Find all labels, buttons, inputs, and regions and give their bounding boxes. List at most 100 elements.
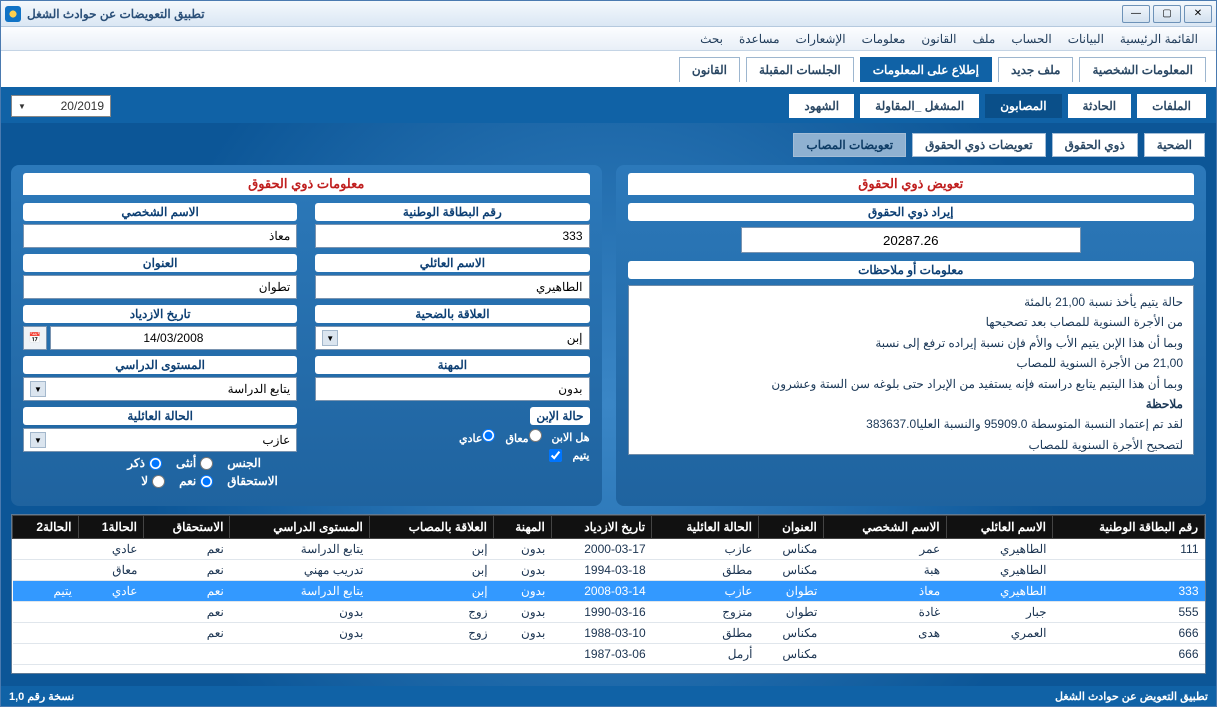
label-lname: الاسم العائلي bbox=[315, 254, 589, 272]
input-nid[interactable] bbox=[315, 224, 589, 248]
radio-entitle-no[interactable]: لا bbox=[141, 474, 165, 488]
radio-entitle-yes[interactable]: نعم bbox=[179, 474, 213, 488]
inner-tab[interactable]: تعويضات ذوي الحقوق bbox=[912, 133, 1046, 157]
table-row[interactable]: 333الطاهيريمعاذتطوانعازب2008-03-14بدونإب… bbox=[13, 581, 1205, 602]
table-row[interactable]: الطاهيريهبةمكناسمطلق1994-03-18بدونإبنتدر… bbox=[13, 560, 1205, 581]
label-dob: تاريخ الازدياد bbox=[23, 305, 297, 323]
compensation-panel: تعويض ذوي الحقوق إيراد ذوي الحقوق معلوما… bbox=[616, 165, 1207, 506]
menu-item[interactable]: بحث bbox=[692, 29, 731, 49]
table-row[interactable]: 555جبارغادةتطوانمتزوج1990-03-16بدونزوجبد… bbox=[13, 602, 1205, 623]
outer-tabs: المعلومات الشخصيةملف جديدإطلاع على المعل… bbox=[1, 51, 1216, 89]
outer-tab[interactable]: إطلاع على المعلومات bbox=[860, 57, 992, 82]
radio-male[interactable]: ذكر bbox=[127, 456, 162, 470]
table-row[interactable]: 666العمريهدىمكناسمطلق1988-03-10بدونزوجبد… bbox=[13, 623, 1205, 644]
outer-tab[interactable]: الجلسات المقبلة bbox=[746, 57, 854, 82]
menu-item[interactable]: الحساب bbox=[1003, 29, 1059, 49]
menu-item[interactable]: ملف bbox=[964, 29, 1003, 49]
year-select[interactable]: ▼ 20/2019 bbox=[11, 95, 111, 117]
menu-item[interactable]: الإشعارات bbox=[788, 29, 854, 49]
radio-son-disabled[interactable]: معاق bbox=[505, 429, 541, 445]
maximize-button[interactable]: ▢ bbox=[1153, 5, 1181, 23]
label-entitle: الاستحقاق bbox=[227, 474, 297, 488]
minimize-button[interactable]: — bbox=[1122, 5, 1150, 23]
column-header[interactable]: الحالة العائلية bbox=[652, 516, 759, 539]
label-edu: المستوى الدراسي bbox=[23, 356, 297, 374]
column-header[interactable]: الاستحقاق bbox=[143, 516, 229, 539]
label-fname: الاسم الشخصي bbox=[23, 203, 297, 221]
column-header[interactable]: العنوان bbox=[758, 516, 823, 539]
beneficiaries-table[interactable]: رقم البطاقة الوطنيةالاسم العائليالاسم ال… bbox=[11, 514, 1206, 674]
label-address: العنوان bbox=[23, 254, 297, 272]
label-marital: الحالة العائلية bbox=[23, 407, 297, 425]
column-header[interactable]: المهنة bbox=[494, 516, 552, 539]
chevron-down-icon: ▼ bbox=[322, 330, 338, 346]
column-header[interactable]: تاريخ الازدياد bbox=[551, 516, 651, 539]
orphan-row: يتيم bbox=[315, 449, 589, 462]
panel-title: معلومات ذوي الحقوق bbox=[23, 173, 590, 195]
sub-tab[interactable]: الملفات bbox=[1137, 94, 1206, 118]
beneficiary-info-panel: معلومات ذوي الحقوق رقم البطاقة الوطنية ا… bbox=[11, 165, 602, 506]
label-income: إيراد ذوي الحقوق bbox=[628, 203, 1195, 221]
checkbox-orphan[interactable] bbox=[549, 449, 562, 462]
statusbar: تطبيق التعويض عن حوادث الشغل نسخة رقم 1,… bbox=[1, 686, 1216, 706]
notes-area[interactable]: حالة يتيم يأخذ نسبة 21,00 بالمئةمن الأجر… bbox=[628, 285, 1195, 455]
input-dob[interactable] bbox=[50, 326, 298, 350]
column-header[interactable]: الاسم الشخصي bbox=[823, 516, 946, 539]
column-header[interactable]: العلاقة بالمصاب bbox=[369, 516, 493, 539]
radio-son-normal[interactable]: عادي bbox=[459, 429, 495, 445]
label-son-state: حالة الإبن bbox=[530, 407, 589, 425]
label-job: المهنة bbox=[315, 356, 589, 374]
menu-item[interactable]: البيانات bbox=[1060, 29, 1112, 49]
column-header[interactable]: رقم البطاقة الوطنية bbox=[1053, 516, 1205, 539]
select-relation[interactable]: إبن▼ bbox=[315, 326, 589, 350]
column-header[interactable]: الحالة2 bbox=[13, 516, 79, 539]
sub-tab[interactable]: الشهود bbox=[789, 94, 854, 118]
chevron-down-icon: ▼ bbox=[30, 432, 46, 448]
table-row[interactable]: 111الطاهيريعمرمكناسعازب2000-03-17بدونإبن… bbox=[13, 539, 1205, 560]
inner-tab[interactable]: تعويضات المصاب bbox=[793, 133, 906, 157]
outer-tab[interactable]: المعلومات الشخصية bbox=[1079, 57, 1206, 82]
status-left: نسخة رقم 1,0 bbox=[9, 690, 74, 703]
sub-tab[interactable]: المصابون bbox=[985, 94, 1061, 118]
column-header[interactable]: المستوى الدراسي bbox=[230, 516, 369, 539]
sub-tab[interactable]: الحادثة bbox=[1068, 94, 1132, 118]
window-controls: — ▢ ✕ bbox=[1122, 5, 1212, 23]
menu-item[interactable]: معلومات bbox=[854, 29, 914, 49]
chevron-down-icon: ▼ bbox=[18, 102, 26, 111]
input-fname[interactable] bbox=[23, 224, 297, 248]
label-orphan: يتيم bbox=[572, 449, 589, 462]
inner-tab[interactable]: ذوي الحقوق bbox=[1052, 133, 1138, 157]
input-income[interactable] bbox=[741, 227, 1081, 253]
outer-tab[interactable]: القانون bbox=[679, 57, 740, 82]
titlebar: — ▢ ✕ تطبيق التعويضات عن حوادث الشغل bbox=[1, 1, 1216, 27]
menu-item[interactable]: القائمة الرئيسية bbox=[1112, 29, 1206, 49]
input-address[interactable] bbox=[23, 275, 297, 299]
sub-tab[interactable]: المشغل _المقاولة bbox=[860, 94, 979, 118]
outer-tab[interactable]: ملف جديد bbox=[998, 57, 1074, 82]
son-type-row: هل الابن معاق عادي bbox=[315, 429, 589, 445]
app-title: تطبيق التعويضات عن حوادث الشغل bbox=[27, 7, 205, 21]
column-header[interactable]: الاسم العائلي bbox=[946, 516, 1052, 539]
label-relation: العلاقة بالضحية bbox=[315, 305, 589, 323]
chevron-down-icon: ▼ bbox=[30, 381, 46, 397]
input-job[interactable] bbox=[315, 377, 589, 401]
app-window: — ▢ ✕ تطبيق التعويضات عن حوادث الشغل الق… bbox=[0, 0, 1217, 707]
select-marital[interactable]: عازب▼ bbox=[23, 428, 297, 452]
menu-item[interactable]: القانون bbox=[913, 29, 964, 49]
calendar-icon[interactable]: 📅 bbox=[23, 326, 47, 350]
menu-item[interactable]: مساعدة bbox=[731, 29, 788, 49]
year-value: 20/2019 bbox=[61, 99, 104, 113]
status-right: تطبيق التعويض عن حوادث الشغل bbox=[1055, 690, 1208, 703]
radio-female[interactable]: أنثى bbox=[176, 456, 213, 470]
label-notes: معلومات أو ملاحظات bbox=[628, 261, 1195, 279]
inner-tab[interactable]: الضحية bbox=[1144, 133, 1205, 157]
column-header[interactable]: الحالة1 bbox=[78, 516, 143, 539]
close-button[interactable]: ✕ bbox=[1184, 5, 1212, 23]
select-edu[interactable]: يتابع الدراسة▼ bbox=[23, 377, 297, 401]
app-icon bbox=[5, 6, 21, 22]
table-row[interactable]: 666مكناسأرمل1987-03-06 bbox=[13, 644, 1205, 665]
main-area: الضحيةذوي الحقوقتعويضات ذوي الحقوقتعويضا… bbox=[1, 123, 1216, 686]
panel-title: تعويض ذوي الحقوق bbox=[628, 173, 1195, 195]
sub-bar: الملفاتالحادثة المصابونالمشغل _المقاولةال… bbox=[1, 89, 1216, 123]
input-lname[interactable] bbox=[315, 275, 589, 299]
